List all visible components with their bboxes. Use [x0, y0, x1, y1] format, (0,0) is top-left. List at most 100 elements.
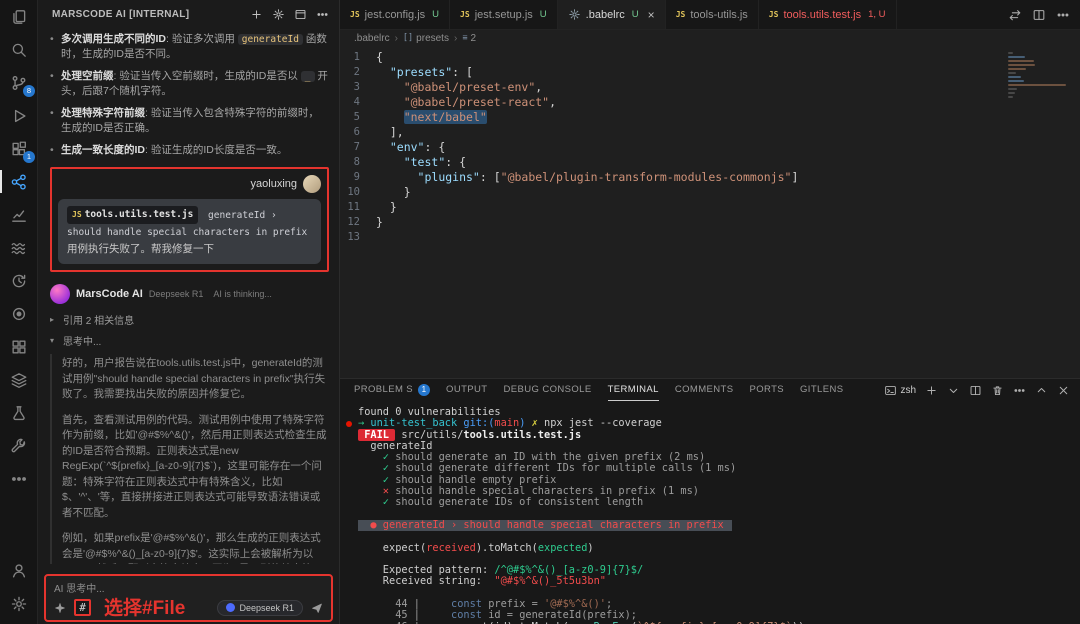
activity-explorer-icon[interactable]	[0, 0, 38, 33]
more-editor-actions-icon[interactable]	[1056, 8, 1070, 22]
activity-marscode-ai-icon[interactable]	[0, 165, 38, 198]
activity-history-icon[interactable]	[0, 264, 38, 297]
input-status: AI 思考中...	[46, 576, 331, 595]
more-views-icon	[10, 470, 28, 488]
maximize-panel[interactable]	[1035, 384, 1048, 397]
tab-label: tools.utils.test.js	[783, 9, 861, 21]
terminal-token: 45 |	[358, 609, 451, 621]
bullet-text: : 验证生成的ID长度是否一致。	[145, 144, 287, 156]
split-editor-icon[interactable]	[1032, 8, 1046, 22]
code-token: : {	[445, 155, 466, 169]
minimap[interactable]	[1008, 52, 1070, 104]
line-content: }	[376, 185, 411, 200]
activity-search-icon[interactable]	[0, 33, 38, 66]
more-actions-icon[interactable]	[316, 8, 329, 21]
bullet-text: 多次调用生成不同的ID	[61, 33, 166, 45]
run-debug-icon	[10, 107, 28, 125]
source-control-badge: 8	[23, 85, 35, 97]
code-line: 5 "next/babel"	[340, 110, 996, 125]
activity-apps-grid-icon[interactable]	[0, 330, 38, 363]
activity-run-debug-icon[interactable]	[0, 99, 38, 132]
tab-ports-label: PORTS	[749, 384, 784, 395]
sidebar-marscode: MARSCODE AI [INTERNAL] 多次调用生成不同的ID: 验证多次…	[38, 0, 340, 624]
activity-layers-icon[interactable]	[0, 363, 38, 396]
tab-debug-console[interactable]: DEBUG CONSOLE	[504, 379, 592, 401]
activity-extensions-icon[interactable]: 1	[0, 132, 38, 165]
tab-jest.config.js[interactable]: JSjest.config.jsU	[340, 0, 450, 29]
tab-comments[interactable]: COMMENTS	[675, 379, 734, 401]
close-panel[interactable]	[1057, 384, 1070, 397]
terminal-token: new	[569, 621, 588, 624]
tab-gitlens[interactable]: GITLENS	[800, 379, 843, 401]
terminal-token: ✓	[358, 496, 389, 508]
activity-more-views-icon[interactable]	[0, 462, 38, 495]
tab-.babelrc[interactable]: .babelrcU×	[558, 0, 666, 29]
compare-changes-icon[interactable]	[1008, 8, 1022, 22]
tab-jest.setup.js[interactable]: JSjest.setup.jsU	[450, 0, 558, 29]
chat-scroll-area[interactable]: 多次调用生成不同的ID: 验证多次调用 generateId 函数时，生成的ID…	[38, 28, 339, 564]
activity-settings-icon[interactable]	[0, 587, 38, 620]
terminal-token: const	[451, 609, 482, 621]
send-button[interactable]	[311, 602, 323, 614]
terminal-token: unit-test_back	[370, 417, 463, 429]
breadcrumb-item[interactable]: .babelrc	[354, 33, 390, 44]
chat-input-box[interactable]: AI 思考中... # Deepseek R1 选择#File	[44, 574, 333, 622]
breadcrumb-item[interactable]: []presets	[403, 33, 449, 44]
code-token	[376, 110, 404, 124]
code-line: 6 ],	[340, 125, 996, 140]
selected-text: "next/babel"	[404, 110, 487, 124]
activity-experiments-icon[interactable]	[0, 396, 38, 429]
shell-select[interactable]: zsh	[884, 384, 916, 397]
line-content: "env": {	[376, 140, 445, 155]
activity-account-icon[interactable]	[0, 554, 38, 587]
tools-icon	[10, 437, 28, 455]
thinking-toggle[interactable]: ▾思考中...	[50, 333, 329, 348]
new-terminal[interactable]	[925, 384, 938, 397]
terminal-dropdown[interactable]	[947, 384, 960, 397]
activity-activity-waves-icon[interactable]	[0, 231, 38, 264]
close-tab-icon[interactable]: ×	[648, 9, 655, 21]
open-as-editor-icon[interactable]	[294, 8, 307, 21]
new-chat-icon[interactable]	[250, 8, 263, 21]
git-status: U	[540, 9, 547, 20]
sparkle-command-icon[interactable]	[54, 602, 66, 614]
code-editor[interactable]: 1{2 "presets": [3 "@babel/preset-env",4 …	[340, 46, 1080, 378]
terminal[interactable]: found 0 vulnerabilities→ unit-test_back …	[340, 401, 1080, 624]
tab-problems-label: PROBLEM S	[354, 384, 413, 395]
tab-ports[interactable]: PORTS	[749, 379, 784, 401]
activity-record-icon[interactable]	[0, 297, 38, 330]
line-content: ],	[376, 125, 404, 140]
assistant-name: MarsCode AI	[76, 288, 143, 300]
references-toggle[interactable]: ▸引用 2 相关信息	[50, 312, 329, 327]
test-case-item: 处理特殊字符前缀: 验证当传入包含特殊字符的前缀时，生成的ID是否正确。	[50, 106, 329, 136]
split-terminal[interactable]	[969, 384, 982, 397]
activity-tools-icon[interactable]	[0, 429, 38, 462]
experiments-icon	[10, 404, 28, 422]
model-selector[interactable]: Deepseek R1	[217, 600, 303, 616]
git-status: 1, U	[868, 9, 885, 20]
file-chip[interactable]: JStools.utils.test.js	[67, 206, 198, 224]
line-number: 1	[340, 50, 376, 65]
tab-tools-utils.js[interactable]: JStools-utils.js	[666, 0, 759, 29]
file-context-button[interactable]: #	[74, 599, 91, 616]
tab-terminal[interactable]: TERMINAL	[608, 379, 659, 401]
marscode-ai-icon	[10, 173, 28, 191]
tab-output[interactable]: OUTPUT	[446, 379, 487, 401]
terminal-more[interactable]	[1013, 384, 1026, 397]
activity-source-control-icon[interactable]: 8	[0, 66, 38, 99]
user-message-bubble: JStools.utils.test.js generateId › shoul…	[58, 199, 321, 264]
code-line: 1{	[340, 50, 996, 65]
line-content: {	[376, 50, 383, 65]
chat-settings-icon[interactable]	[272, 8, 285, 21]
breadcrumb-item[interactable]: ≡2	[462, 33, 476, 44]
tab-tools.utils.test.js[interactable]: JStools.utils.test.js1, U	[759, 0, 897, 29]
assistant-model: Deepseek R1	[149, 289, 204, 299]
terminal-token: tools.utils.test.js	[463, 429, 581, 441]
code-line: 3 "@babel/preset-env",	[340, 80, 996, 95]
terminal-token: src/utils/	[395, 429, 463, 441]
activity-metrics-icon[interactable]	[0, 198, 38, 231]
tab-problems[interactable]: PROBLEM S1	[354, 379, 430, 401]
kill-terminal[interactable]	[991, 384, 1004, 397]
terminal-token: generateId	[358, 440, 432, 452]
bullet-text: : 验证多次调用	[166, 33, 238, 45]
